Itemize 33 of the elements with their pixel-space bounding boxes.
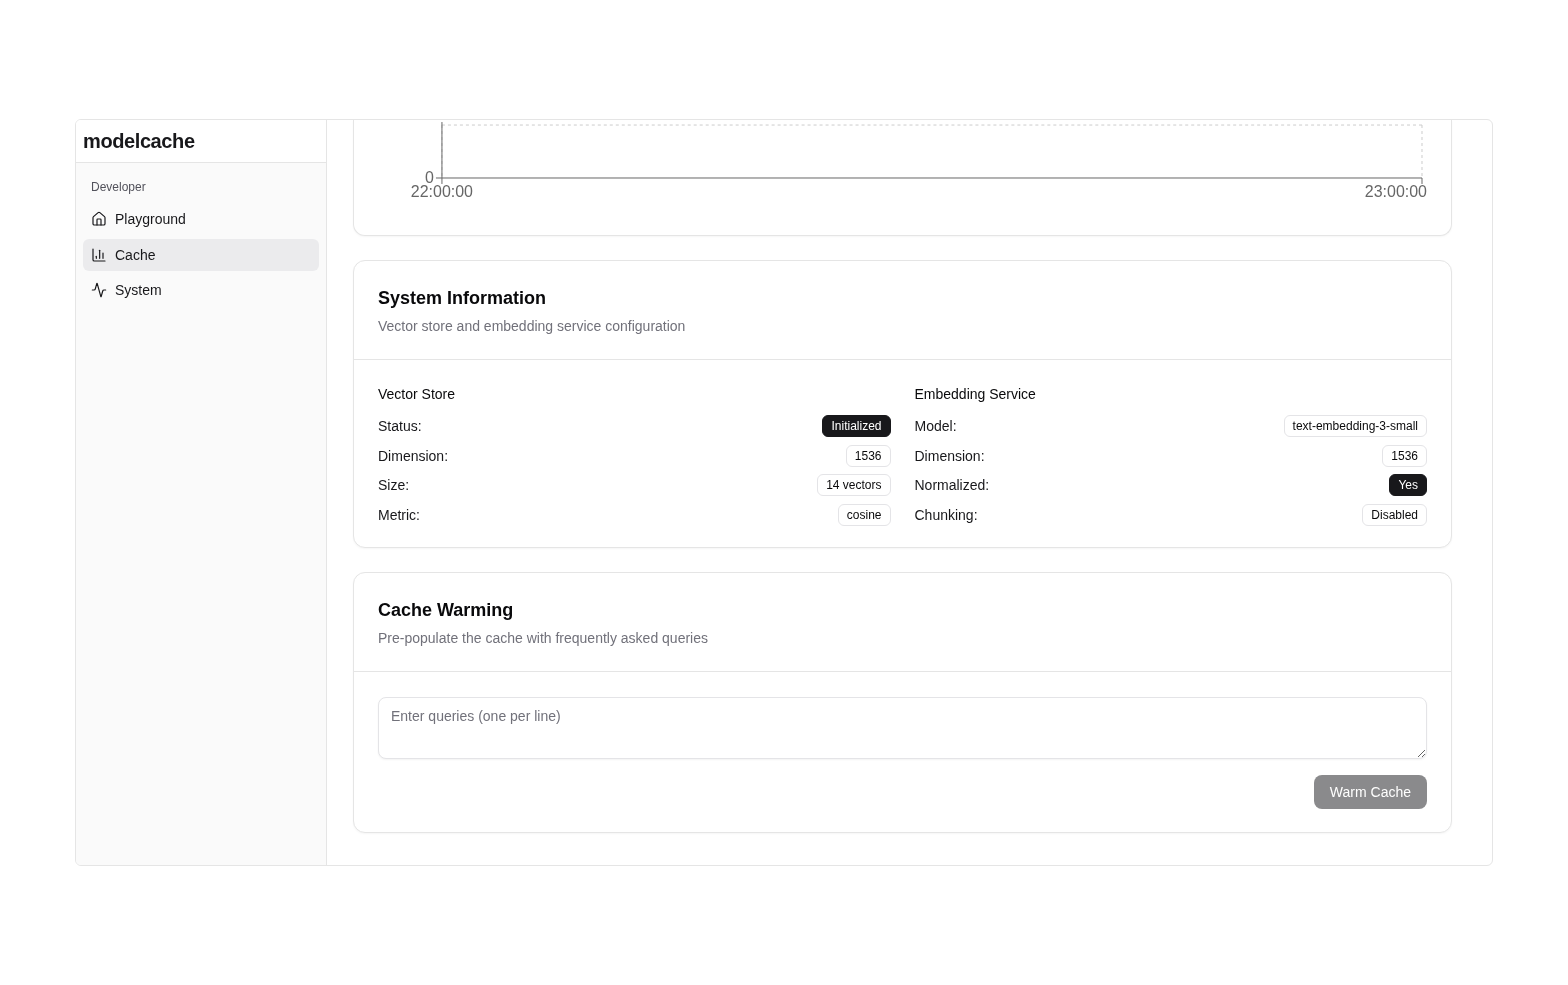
section-title: Embedding Service (914, 385, 1037, 404)
brand-name: modelcache (83, 129, 195, 153)
sidebar-item[interactable]: Playground (83, 203, 319, 235)
section-title: Vector Store (378, 385, 457, 404)
card-description: Pre-populate the cache with frequently asked queries (378, 628, 709, 648)
info-label: Model: (914, 418, 957, 434)
pulse-line-icon (91, 282, 107, 298)
queries-input-field[interactable]: Enter queries (one per line) (378, 696, 1427, 759)
bar-chart-icon (91, 246, 107, 263)
axis-tick-label: 22:00:00 (410, 182, 473, 200)
house-icon (91, 211, 107, 227)
info-label: Status: (378, 418, 422, 434)
info-label: Normalized: (914, 477, 990, 493)
info-label: Dimension: (378, 447, 449, 464)
value-badge: 1536 (1382, 444, 1427, 467)
value-badge: 1536 (845, 444, 891, 467)
card-description: Vector store and embedding service configuration (378, 317, 687, 336)
axis-tick-label: 23:00:00 (1364, 182, 1427, 200)
info-label: Chunking: (914, 506, 978, 523)
value-badge: Initialized (822, 415, 891, 437)
value-badge: text-embedding-3-small (1283, 415, 1427, 437)
info-label: Dimension: (914, 447, 985, 464)
sidebar-item[interactable]: Cache (83, 238, 319, 271)
info-label: Size: (378, 477, 410, 493)
value-badge: Yes (1389, 474, 1427, 496)
value-badge: cosine (837, 503, 891, 526)
card-title: System Information (378, 287, 548, 310)
value-badge: Disabled (1362, 503, 1427, 526)
value-badge: 14 vectors (817, 474, 891, 496)
card-title: Cache Warming (378, 598, 515, 622)
nav-group-label: Developer (90, 179, 147, 196)
sidebar-item[interactable]: System (83, 274, 319, 306)
info-label: Metric: (378, 506, 420, 523)
